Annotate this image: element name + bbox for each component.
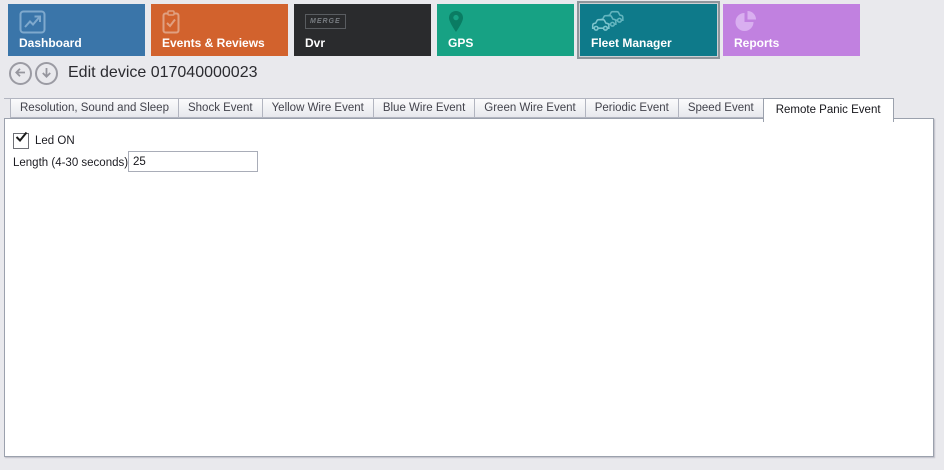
map-pin-icon: [448, 10, 464, 38]
device-settings-tabs: Resolution, Sound and Sleep Shock Event …: [4, 98, 893, 122]
tile-label: GPS: [448, 36, 473, 50]
tile-label: Dashboard: [19, 36, 82, 50]
tile-dvr[interactable]: MERGE Dvr: [294, 4, 431, 56]
down-arrow-icon: [40, 66, 53, 82]
tab-remote-panic-event[interactable]: Remote Panic Event: [763, 98, 894, 122]
tab-green-wire-event[interactable]: Green Wire Event: [474, 98, 585, 118]
tile-events-reviews[interactable]: Events & Reviews: [151, 4, 288, 56]
tile-label: Dvr: [305, 36, 325, 50]
back-button[interactable]: [9, 62, 32, 85]
tab-periodic-event[interactable]: Periodic Event: [585, 98, 679, 118]
tile-label: Events & Reviews: [162, 36, 265, 50]
led-on-checkbox[interactable]: Led ON: [13, 133, 75, 149]
tab-shock-event[interactable]: Shock Event: [178, 98, 263, 118]
main-nav-tilebar: Dashboard Events & Reviews MERGE Dvr: [8, 4, 860, 56]
down-button[interactable]: [35, 62, 58, 85]
tile-dashboard[interactable]: Dashboard: [8, 4, 145, 56]
length-field-label: Length (4-30 seconds): [13, 157, 128, 169]
checkbox-box[interactable]: [13, 133, 29, 149]
tile-gps[interactable]: GPS: [437, 4, 574, 56]
dvr-logo-icon: MERGE: [305, 10, 346, 29]
tile-label: Reports: [734, 36, 779, 50]
app-window: Dashboard Events & Reviews MERGE Dvr: [0, 0, 944, 470]
length-input[interactable]: [128, 151, 258, 172]
remote-panic-event-panel: Led ON Length (4-30 seconds): [4, 118, 934, 457]
tab-resolution-sound-sleep[interactable]: Resolution, Sound and Sleep: [10, 98, 179, 118]
checkmark-icon: [15, 131, 28, 143]
led-on-label: Led ON: [35, 135, 75, 147]
back-arrow-icon: [14, 66, 27, 82]
clipboard-check-icon: [162, 10, 181, 39]
tab-speed-event[interactable]: Speed Event: [678, 98, 764, 118]
tile-reports[interactable]: Reports: [723, 4, 860, 56]
dvr-logo-text: MERGE: [305, 14, 346, 29]
tile-fleet-manager[interactable]: Fleet Manager: [580, 4, 717, 56]
pie-chart-icon: [734, 10, 757, 38]
page-title: Edit device 017040000023: [68, 64, 258, 82]
tile-label: Fleet Manager: [591, 36, 672, 50]
tab-blue-wire-event[interactable]: Blue Wire Event: [373, 98, 475, 118]
tab-yellow-wire-event[interactable]: Yellow Wire Event: [262, 98, 374, 118]
